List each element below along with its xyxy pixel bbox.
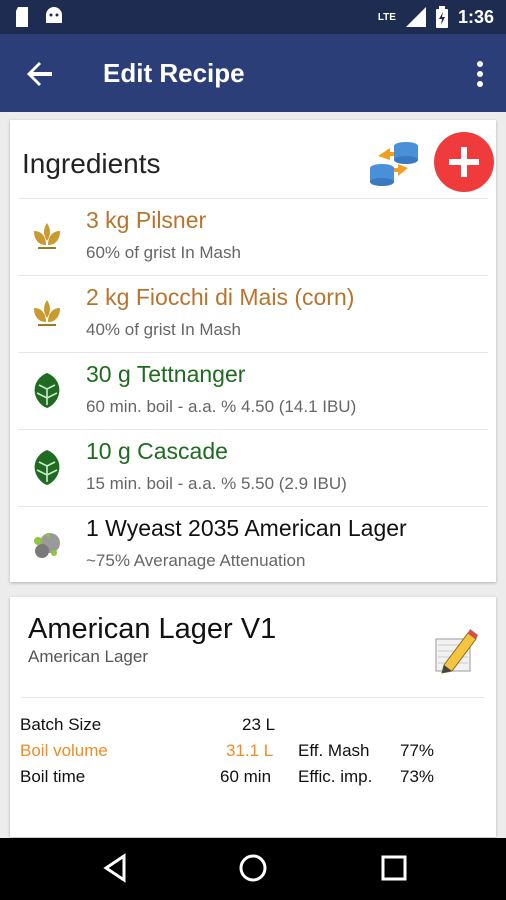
edit-pencil-icon[interactable] [430, 625, 480, 675]
clock: 1:36 [457, 6, 494, 27]
arrow-back-icon[interactable] [24, 58, 56, 90]
database-transfer-icon[interactable] [368, 138, 420, 186]
ingredients-list: 3 kg Pilsner 60% of grist In Mash 2 kg F… [18, 198, 488, 583]
ingredient-detail: 60% of grist In Mash [86, 243, 241, 262]
ingredients-title: Ingredients [22, 148, 161, 179]
network-label: LTE [377, 11, 396, 23]
recipe-card: American Lager V1 American Lager Batch S… [10, 597, 496, 837]
recents-square-icon[interactable] [378, 852, 410, 884]
grain-icon [34, 223, 60, 249]
android-icon [46, 7, 62, 23]
eff-mash-label: Eff. Mash [298, 741, 370, 760]
ingredients-card: Ingredients 3 kg Pilsner 60% of grist In… [10, 120, 496, 582]
effic-imp-label: Effic. imp. [298, 767, 373, 786]
more-vertical-icon[interactable] [476, 60, 484, 88]
ingredient-item[interactable]: 2 kg Fiocchi di Mais (corn) 40% of grist… [18, 275, 488, 352]
divider [22, 697, 484, 698]
ingredient-item[interactable]: 1 Wyeast 2035 American Lager ~75% Averan… [18, 506, 488, 583]
ingredient-item[interactable]: 3 kg Pilsner 60% of grist In Mash [18, 198, 488, 275]
ingredient-name: 1 Wyeast 2035 American Lager [86, 515, 407, 541]
page-title: Edit Recipe [103, 58, 245, 88]
batch-size-label: Batch Size [20, 715, 102, 734]
grain-icon [34, 300, 60, 326]
ingredient-item[interactable]: 30 g Tettnanger 60 min. boil - a.a. % 4.… [18, 352, 488, 429]
recipe-name: American Lager V1 [28, 613, 277, 645]
back-triangle-icon[interactable] [100, 852, 132, 884]
batch-size-value: 23 L [242, 715, 276, 734]
hop-icon [34, 450, 60, 485]
system-nav-bar [0, 838, 506, 900]
sd-card-icon [16, 7, 28, 27]
boil-time-value: 60 min [220, 767, 272, 786]
ingredient-detail: 60 min. boil - a.a. % 4.50 (14.1 IBU) [86, 397, 357, 416]
status-bar: LTE 1:36 [0, 0, 506, 34]
ingredient-name: 2 kg Fiocchi di Mais (corn) [86, 284, 355, 310]
boil-volume-label: Boil volume [20, 741, 108, 760]
ingredient-name: 30 g Tettnanger [86, 361, 246, 387]
ingredient-detail: 40% of grist In Mash [86, 320, 241, 339]
boil-volume-value: 31.1 L [226, 741, 274, 760]
eff-mash-value: 77% [400, 741, 435, 760]
add-ingredient-button[interactable] [434, 132, 494, 192]
boil-time-label: Boil time [20, 767, 86, 786]
yeast-icon [34, 533, 60, 558]
effic-imp-value: 73% [400, 767, 435, 786]
ingredient-detail: ~75% Averanage Attenuation [86, 551, 306, 570]
ingredient-name: 3 kg Pilsner [86, 207, 207, 233]
hop-icon [34, 373, 60, 408]
plus-icon [449, 147, 479, 177]
ingredient-item[interactable]: 10 g Cascade 15 min. boil - a.a. % 5.50 … [18, 429, 488, 506]
ingredient-detail: 15 min. boil - a.a. % 5.50 (2.9 IBU) [86, 474, 347, 493]
signal-icon [405, 7, 426, 27]
app-bar: Edit Recipe [0, 34, 506, 112]
battery-charging-icon [435, 6, 448, 28]
recipe-style: American Lager [28, 647, 149, 666]
home-circle-icon[interactable] [237, 852, 269, 884]
ingredient-name: 10 g Cascade [86, 438, 228, 464]
